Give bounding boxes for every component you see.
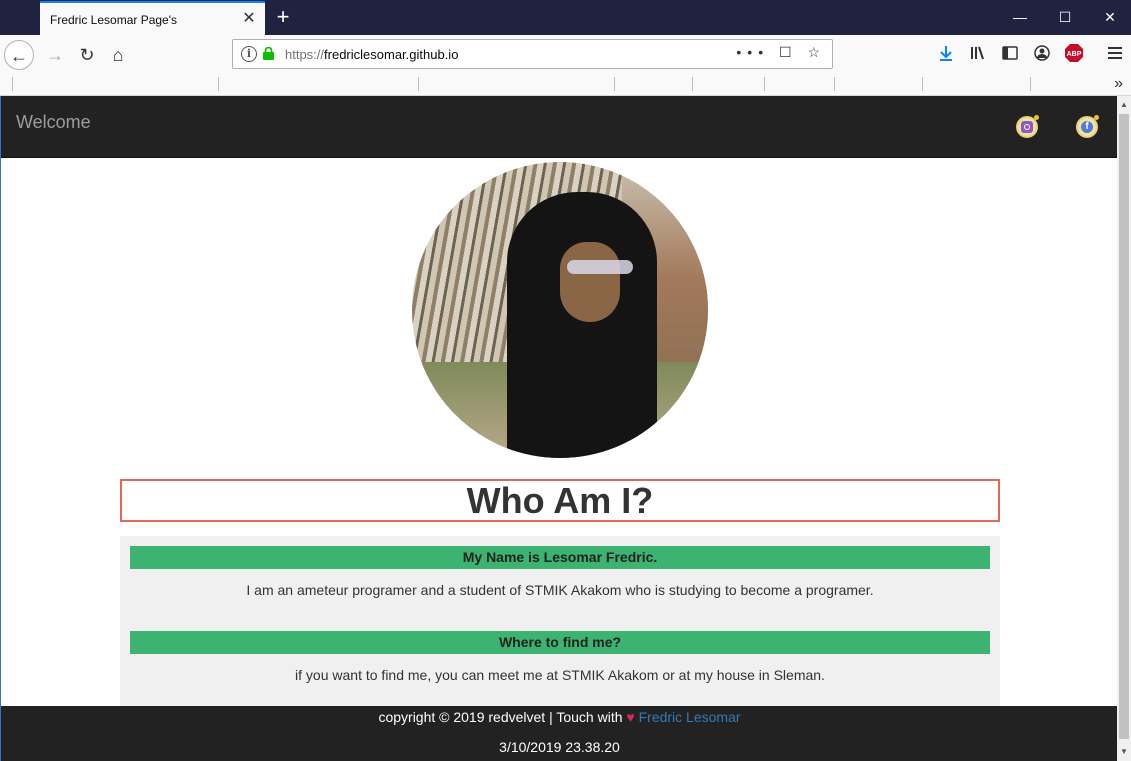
instagram-icon[interactable] xyxy=(1016,115,1039,138)
svg-text:ABP: ABP xyxy=(1067,51,1082,58)
tab-close-icon[interactable]: ✕ xyxy=(241,9,257,29)
library-icon[interactable] xyxy=(968,43,988,63)
back-button[interactable]: ← xyxy=(4,40,34,70)
forward-button[interactable]: → xyxy=(40,40,70,70)
site-footer: copyright © 2019 redvelvet | Touch with … xyxy=(1,706,1117,761)
bookmark-item[interactable] xyxy=(692,77,693,91)
minimize-button[interactable]: — xyxy=(997,0,1043,35)
tab-title: Fredric Lesomar Page's xyxy=(50,13,178,27)
bookmark-item[interactable] xyxy=(922,77,923,91)
bookmark-item[interactable] xyxy=(418,77,419,91)
bookmark-item[interactable] xyxy=(834,77,835,91)
menu-icon[interactable] xyxy=(1105,43,1125,63)
site-brand[interactable]: Welcome xyxy=(16,112,91,133)
sidebar-icon[interactable] xyxy=(1000,43,1020,63)
close-window-button[interactable]: ✕ xyxy=(1087,0,1131,35)
section-text-name: I am an ameteur programer and a student … xyxy=(246,582,874,598)
bookmarks-overflow-icon[interactable]: » xyxy=(1114,75,1123,93)
bookmark-item[interactable] xyxy=(1030,77,1031,91)
who-am-i-box: Who Am I? xyxy=(120,479,1000,522)
section-text-location: if you want to find me, you can meet me … xyxy=(295,667,825,683)
adblock-icon[interactable]: ABP xyxy=(1064,43,1084,63)
account-icon[interactable] xyxy=(1032,43,1052,63)
maximize-button[interactable]: ☐ xyxy=(1042,0,1088,35)
scroll-up-icon[interactable]: ▲ xyxy=(1117,98,1131,112)
bookmark-item[interactable] xyxy=(764,77,765,91)
section-heading-name: My Name is Lesomar Fredric. xyxy=(130,546,990,569)
site-navbar: Welcome f xyxy=(1,96,1117,158)
download-icon[interactable] xyxy=(936,43,956,63)
page-actions-icons[interactable]: ••• ☐ ☆ xyxy=(736,44,826,61)
page-title: Who Am I? xyxy=(466,480,654,521)
section-heading-location: Where to find me? xyxy=(130,631,990,654)
browser-tab-active[interactable]: Fredric Lesomar Page's ✕ xyxy=(40,1,265,35)
home-button[interactable]: ⌂ xyxy=(103,40,133,70)
facebook-icon[interactable]: f xyxy=(1076,115,1099,138)
url-text[interactable]: https://fredriclesomar.github.io xyxy=(285,47,458,62)
scroll-thumb[interactable] xyxy=(1119,114,1129,739)
url-bar[interactable]: i https://fredriclesomar.github.io ••• ☐… xyxy=(232,39,833,69)
bookmark-item[interactable] xyxy=(218,77,219,91)
page-viewport: Welcome f Who Am I? My Name is Lesomar F… xyxy=(0,96,1117,761)
bookmark-item[interactable] xyxy=(12,77,13,91)
profile-photo xyxy=(412,162,708,458)
reload-button[interactable]: ↻ xyxy=(72,40,102,70)
scroll-down-icon[interactable]: ▼ xyxy=(1117,745,1131,759)
author-link[interactable]: Fredric Lesomar xyxy=(639,709,741,725)
site-info-icon[interactable]: i xyxy=(241,46,257,62)
bookmarks-toolbar: » xyxy=(0,75,1131,96)
heart-icon: ♥ xyxy=(626,709,635,725)
lock-icon xyxy=(263,47,274,60)
browser-navbar: ← → ↻ ⌂ i https://fredriclesomar.github.… xyxy=(0,35,1131,75)
new-tab-button[interactable]: + xyxy=(272,4,294,30)
footer-datetime: 3/10/2019 23.38.20 xyxy=(499,739,620,755)
browser-titlebar: Fredric Lesomar Page's ✕ + — ☐ ✕ xyxy=(0,0,1131,35)
page-scrollbar[interactable]: ▲ ▼ xyxy=(1117,96,1131,761)
footer-copyright: copyright © 2019 redvelvet | Touch with … xyxy=(378,709,741,725)
bookmark-item[interactable] xyxy=(614,77,615,91)
